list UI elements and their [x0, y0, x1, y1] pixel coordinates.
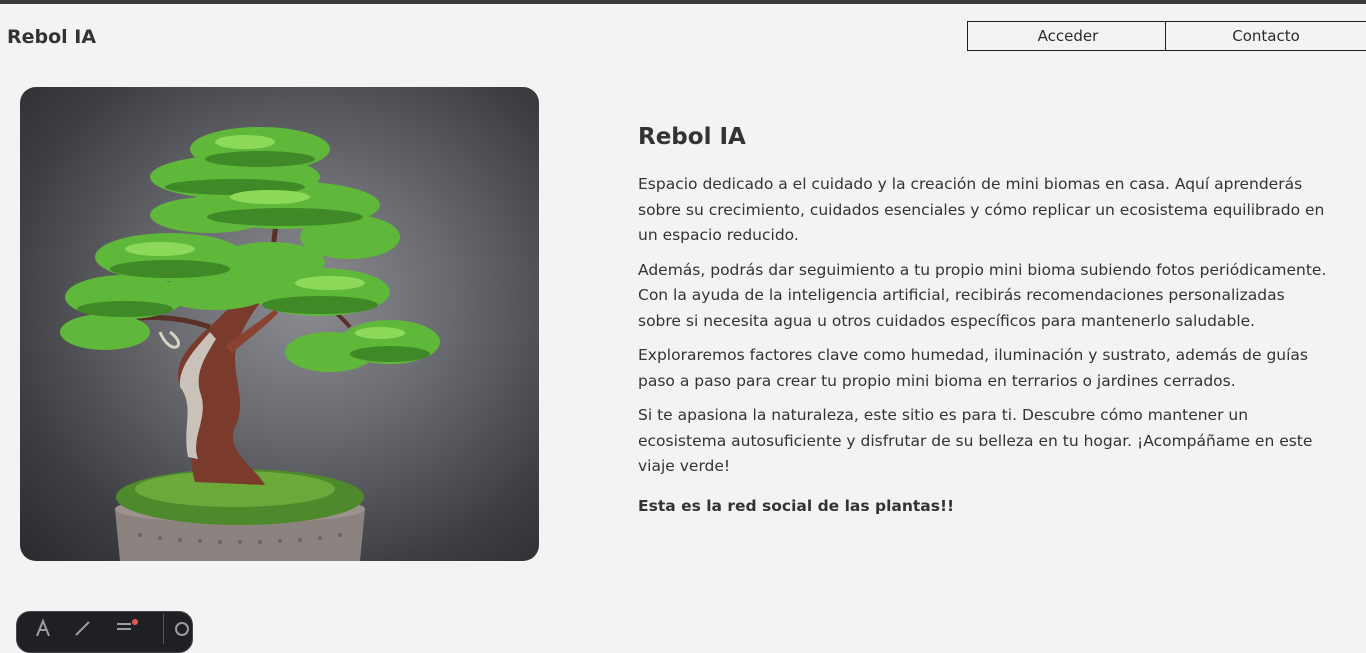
intro-paragraph: Espacio dedicado a el cuidado y la creac…: [638, 175, 1325, 244]
brush-icon[interactable]: [73, 618, 93, 638]
settings-icon[interactable]: [173, 618, 191, 638]
bonsai-image: [20, 87, 539, 561]
invitation-paragraph: Si te apasiona la naturaleza, este sitio…: [638, 406, 1313, 475]
bonsai-illustration: [60, 127, 440, 561]
text-icon[interactable]: [33, 618, 53, 638]
menu-icon[interactable]: [115, 618, 139, 638]
toolbar-divider: [163, 614, 164, 644]
contact-button[interactable]: Contacto: [1165, 21, 1366, 51]
intro-section: Rebol IA Espacio dedicado a el cuidado y…: [638, 124, 1328, 528]
factors-paragraph: Exploraremos factores clave como humedad…: [638, 346, 1308, 390]
window-top-bar: [0, 0, 1366, 4]
brand-logo-text[interactable]: Rebol IA: [7, 26, 96, 48]
floating-toolbar: [16, 611, 193, 653]
login-button[interactable]: Acceder: [967, 21, 1169, 51]
tracking-paragraph: Además, podrás dar seguimiento a tu prop…: [638, 260, 1327, 330]
tagline: Esta es la red social de las plantas!!: [638, 496, 955, 515]
section-title: Rebol IA: [638, 124, 746, 150]
